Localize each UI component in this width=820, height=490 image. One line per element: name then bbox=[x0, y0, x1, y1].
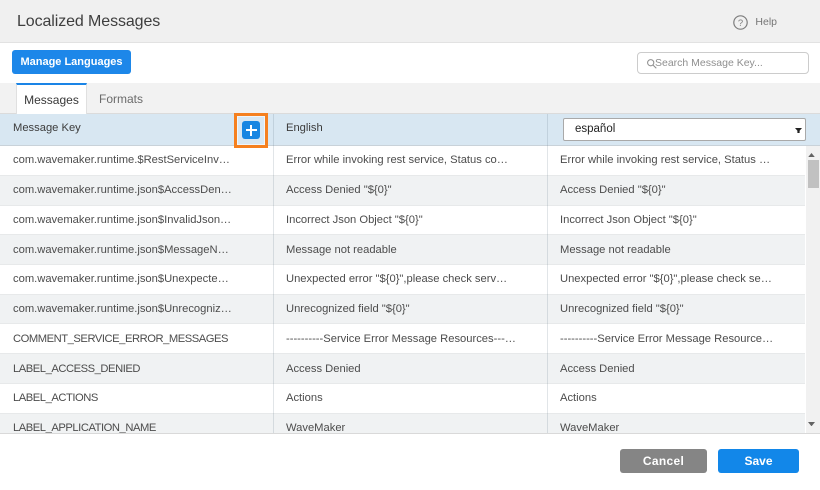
svg-text:?: ? bbox=[738, 18, 743, 29]
